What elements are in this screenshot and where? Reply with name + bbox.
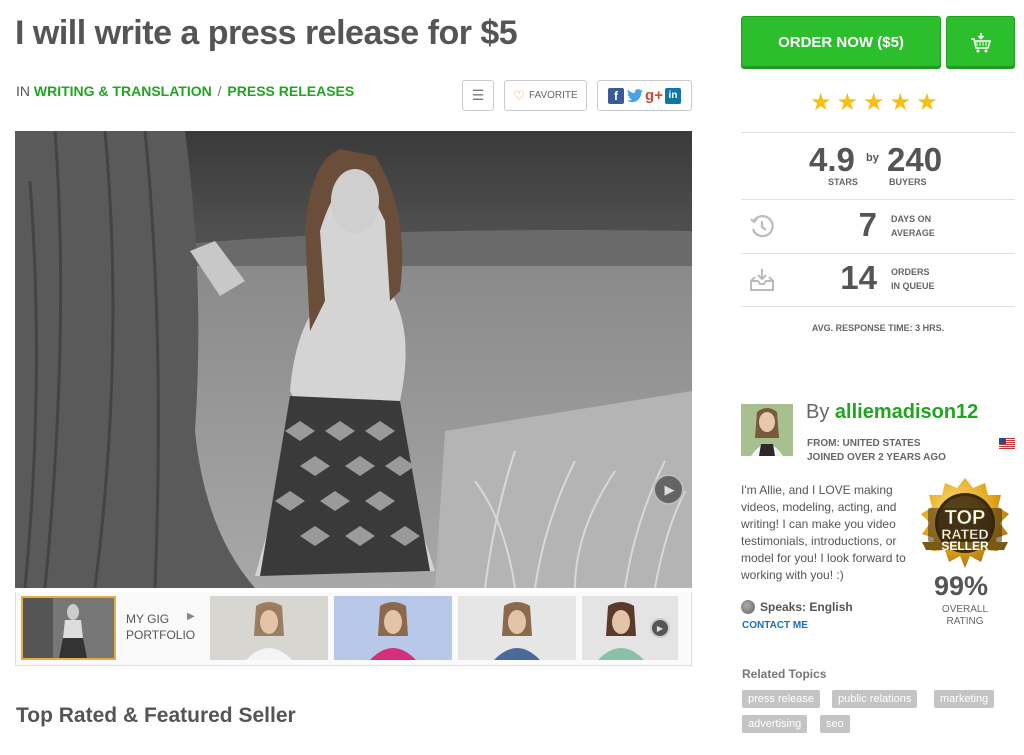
delivery-days: 7	[858, 206, 877, 243]
seller-username-link[interactable]: alliemadison12	[835, 401, 978, 423]
favorite-label: FAVORITE	[528, 90, 578, 101]
seller-location: FROM: UNITED STATES	[807, 438, 921, 449]
buyer-count: 240	[887, 141, 943, 178]
menu-lines-icon: ☰	[471, 87, 485, 103]
gig-title: I will write a press release for $5	[15, 14, 518, 52]
tag-advertising[interactable]: advertising	[742, 715, 808, 733]
seller-byline: By alliemadison12	[806, 401, 979, 423]
twitter-icon[interactable]	[627, 87, 643, 104]
queue-orders: 14	[840, 259, 877, 296]
seller-languages: Speaks: English	[741, 600, 853, 614]
breadcrumb-category-link[interactable]: WRITING & TRANSLATION	[34, 83, 212, 99]
svg-text:SELLER: SELLER	[941, 539, 989, 553]
heart-icon: ♡	[513, 87, 525, 103]
star-rating: ★ ★ ★ ★ ★	[810, 88, 938, 117]
star-icon: ★	[863, 89, 885, 116]
stars-label: STARS	[828, 177, 858, 187]
favorite-button[interactable]: ♡ FAVORITE	[504, 80, 587, 111]
cart-icon	[970, 32, 991, 52]
divider	[741, 306, 1015, 307]
tag-public-relations[interactable]: public relations	[832, 690, 918, 708]
order-now-button[interactable]: ORDER NOW ($5)	[741, 16, 941, 69]
thumbnail-video-1[interactable]	[210, 596, 328, 660]
google-plus-icon[interactable]: g+	[645, 87, 663, 104]
tag-press-release[interactable]: press release	[742, 690, 821, 708]
us-flag-icon	[999, 438, 1015, 449]
breadcrumb-separator: /	[217, 83, 222, 99]
star-icon: ★	[810, 89, 832, 116]
divider	[741, 199, 1015, 200]
star-icon: ★	[836, 89, 859, 116]
thumbnail-video-3[interactable]	[458, 596, 576, 660]
queue-label: ORDERS IN QUEUE	[891, 267, 935, 291]
overall-rating-label: OVERALL RATING	[941, 604, 989, 627]
rating-score: 4.9	[809, 141, 855, 178]
linkedin-icon[interactable]: in	[665, 87, 681, 104]
contact-me-link[interactable]: CONTACT ME	[742, 620, 808, 631]
portfolio-label[interactable]: MY GIG PORTFOLIO	[126, 611, 195, 643]
buyers-label: BUYERS	[889, 177, 927, 187]
related-topics-title: Related Topics	[742, 667, 827, 681]
share-buttons[interactable]: f g+ in	[597, 80, 692, 111]
breadcrumb-subcategory-link[interactable]: PRESS RELEASES	[227, 83, 354, 99]
seller-info: FROM: UNITED STATES JOINED OVER 2 YEARS …	[807, 437, 946, 465]
delivery-label: DAYS ON AVERAGE	[891, 214, 935, 238]
breadcrumb: IN WRITING & TRANSLATION / PRESS RELEASE…	[16, 83, 354, 99]
tag-marketing[interactable]: marketing	[934, 690, 995, 708]
overall-rating-percent: 99%	[934, 571, 989, 601]
history-clock-icon	[749, 214, 775, 240]
play-icon[interactable]: ▶	[653, 474, 684, 505]
rating-by: by	[866, 152, 879, 164]
divider	[741, 253, 1015, 254]
add-to-cart-button[interactable]	[946, 16, 1015, 69]
chevron-right-icon[interactable]: ▶	[187, 611, 195, 622]
gig-main-photo[interactable]: ▶	[15, 131, 692, 588]
thumbnail-main[interactable]	[21, 596, 116, 660]
play-icon[interactable]: ▶	[650, 618, 670, 638]
inbox-icon	[749, 267, 775, 293]
seller-bio: I'm Allie, and I LOVE making videos, mod…	[741, 483, 906, 582]
star-icon: ★	[916, 89, 938, 116]
avatar[interactable]	[741, 404, 793, 456]
seller-joined: JOINED OVER 2 YEARS AGO	[807, 452, 946, 463]
facebook-icon[interactable]: f	[608, 87, 624, 104]
breadcrumb-prefix: IN	[16, 83, 30, 99]
star-icon: ★	[889, 89, 912, 116]
top-rated-seller-badge: TOP RATED SELLER	[918, 476, 1012, 572]
thumbnail-video-2[interactable]	[334, 596, 452, 660]
globe-icon	[741, 600, 755, 614]
section-heading: Top Rated & Featured Seller	[16, 704, 296, 727]
menu-button[interactable]: ☰	[462, 80, 494, 111]
response-time: AVG. RESPONSE TIME: 3 HRS.	[811, 323, 945, 333]
portfolio-thumbnails: MY GIG PORTFOLIO ▶ ▶	[15, 592, 692, 666]
tag-seo[interactable]: seo	[820, 715, 850, 733]
photo-scene	[15, 131, 692, 588]
divider	[741, 132, 1015, 133]
